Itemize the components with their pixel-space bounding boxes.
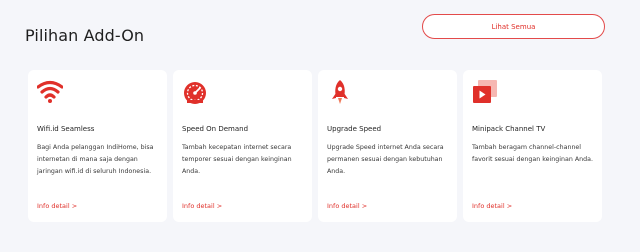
info-detail-link[interactable]: Info detail > — [472, 202, 512, 210]
see-all-button[interactable]: Lihat Semua — [422, 14, 605, 39]
addon-card-speed-on-demand[interactable]: Speed On Demand Tambah kecepatan interne… — [173, 70, 312, 222]
play-stack-icon — [472, 79, 498, 105]
rocket-icon — [327, 79, 353, 105]
card-title: Wifi.id Seamless — [37, 125, 95, 133]
page-title: Pilihan Add-On — [25, 26, 145, 45]
info-detail-link[interactable]: Info detail > — [327, 202, 367, 210]
wifi-icon — [37, 79, 63, 105]
card-title: Minipack Channel TV — [472, 125, 546, 133]
card-description: Bagi Anda pelanggan IndiHome, bisa inter… — [37, 144, 154, 175]
card-description: Upgrade Speed internet Anda secara perma… — [327, 144, 444, 175]
info-detail-link[interactable]: Info detail > — [37, 202, 77, 210]
speedometer-icon — [182, 79, 208, 105]
addon-card-minipack[interactable]: Minipack Channel TV Tambah beragam chann… — [463, 70, 602, 222]
addon-card-wifi[interactable]: Wifi.id Seamless Bagi Anda pelanggan Ind… — [28, 70, 167, 222]
info-detail-link[interactable]: Info detail > — [182, 202, 222, 210]
card-description: Tambah beragam channel-channel favorit s… — [472, 144, 593, 163]
addon-card-upgrade-speed[interactable]: Upgrade Speed Upgrade Speed internet And… — [318, 70, 457, 222]
card-description: Tambah kecepatan internet secara tempore… — [182, 144, 292, 175]
card-title: Upgrade Speed — [327, 125, 382, 133]
card-title: Speed On Demand — [182, 125, 249, 133]
